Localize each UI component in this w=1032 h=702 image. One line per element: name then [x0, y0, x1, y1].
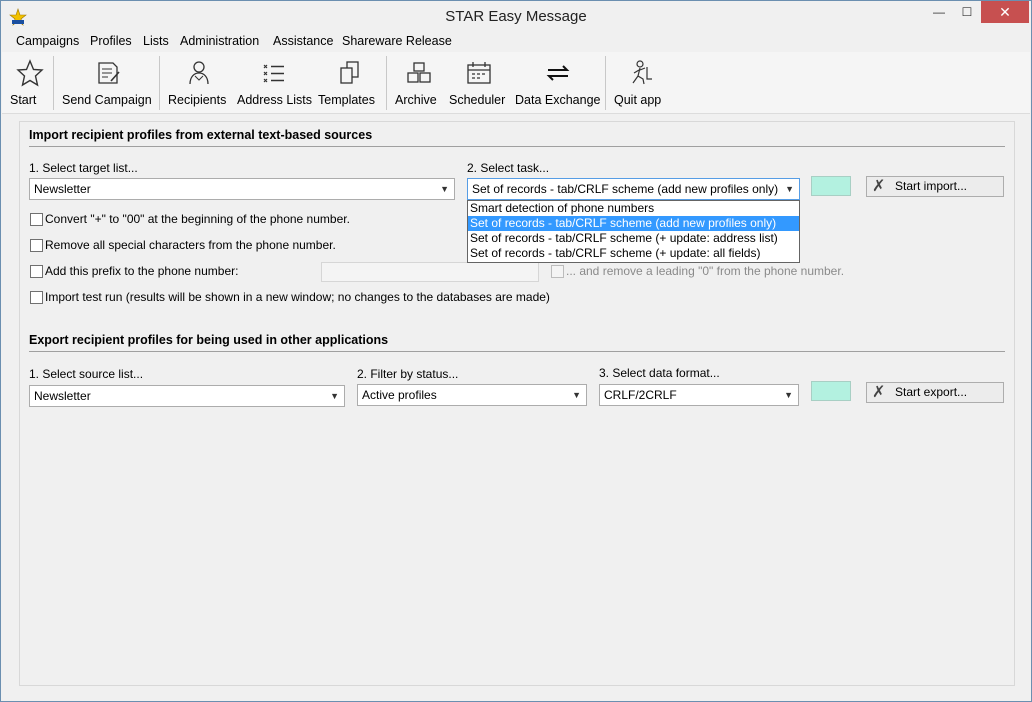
start-import-button[interactable]: ✗ Start import...	[866, 176, 1004, 197]
start-import-label: Start import...	[895, 179, 968, 193]
archive-label: Archive	[395, 93, 437, 107]
source-list-select[interactable]: Newsletter ▼	[29, 385, 345, 407]
title-bar: STAR Easy Message — ☐ ✕	[1, 1, 1031, 32]
data-format-label: 3. Select data format...	[599, 366, 720, 380]
send-campaign-button[interactable]: Send Campaign	[62, 56, 154, 112]
menu-assistance[interactable]: Assistance	[273, 34, 333, 48]
templates-button[interactable]: Templates	[318, 56, 380, 112]
task-option[interactable]: Set of records - tab/CRLF scheme (+ upda…	[468, 231, 799, 246]
start-export-label: Start export...	[895, 385, 968, 399]
task-option[interactable]: Smart detection of phone numbers	[468, 201, 799, 216]
chevron-down-icon: ▼	[785, 184, 794, 194]
task-option[interactable]: Set of records - tab/CRLF scheme (+ upda…	[468, 246, 799, 261]
export-status-swatch	[811, 381, 851, 401]
task-dropdown-list: Smart detection of phone numbers Set of …	[467, 200, 800, 263]
data-exchange-button[interactable]: Data Exchange	[515, 56, 601, 112]
quit-icon	[632, 60, 652, 85]
remove-leading-zero-label: ... and remove a leading "0" from the ph…	[566, 264, 845, 278]
data-format-select[interactable]: CRLF/2CRLF ▼	[599, 384, 799, 406]
import-section-title: Import recipient profiles from external …	[29, 128, 373, 142]
test-run-label: Import test run (results will be shown i…	[45, 290, 550, 304]
data-format-value: CRLF/2CRLF	[604, 388, 677, 402]
scheduler-button[interactable]: Scheduler	[449, 56, 509, 112]
data-exchange-icon	[546, 65, 570, 81]
toolbar-separator	[159, 56, 160, 110]
archive-button[interactable]: Archive	[395, 56, 443, 112]
status-filter-value: Active profiles	[362, 388, 437, 402]
calendar-icon	[467, 62, 491, 84]
import-x-icon: ✗	[872, 178, 886, 195]
app-window: STAR Easy Message — ☐ ✕ Campaigns Profil…	[0, 0, 1032, 702]
menu-bar: Campaigns Profiles Lists Administration …	[2, 32, 1030, 52]
import-status-swatch	[811, 176, 851, 196]
recipients-button[interactable]: Recipients	[168, 56, 230, 112]
recipients-label: Recipients	[168, 93, 227, 107]
chevron-down-icon: ▼	[330, 391, 339, 401]
star-icon	[16, 59, 44, 87]
export-section-title: Export recipient profiles for being used…	[29, 333, 389, 347]
task-select[interactable]: Set of records - tab/CRLF scheme (add ne…	[467, 178, 800, 200]
target-list-label: 1. Select target list...	[29, 161, 138, 175]
remove-leading-zero-checkbox[interactable]	[551, 265, 564, 278]
menu-campaigns[interactable]: Campaigns	[16, 34, 79, 48]
convert-plus-label: Convert "+" to "00" at the beginning of …	[45, 212, 350, 226]
prefix-input[interactable]	[321, 262, 539, 282]
chevron-down-icon: ▼	[440, 184, 449, 194]
start-button[interactable]: Start	[10, 56, 50, 112]
toolbar-separator	[386, 56, 387, 110]
quit-app-button[interactable]: Quit app	[614, 56, 668, 112]
menu-shareware-release[interactable]: Shareware Release	[342, 34, 452, 48]
address-lists-icon	[263, 64, 284, 83]
start-label: Start	[10, 93, 37, 107]
target-list-value: Newsletter	[34, 182, 91, 196]
menu-administration[interactable]: Administration	[180, 34, 259, 48]
send-campaign-icon	[98, 62, 120, 84]
convert-plus-checkbox[interactable]	[30, 213, 43, 226]
menu-profiles[interactable]: Profiles	[90, 34, 132, 48]
toolbar-separator	[53, 56, 54, 110]
add-prefix-label: Add this prefix to the phone number:	[45, 264, 239, 278]
task-label: 2. Select task...	[467, 161, 550, 175]
data-exchange-label: Data Exchange	[515, 93, 601, 107]
export-section-divider	[29, 351, 1005, 352]
import-section-divider	[29, 146, 1005, 147]
chevron-down-icon: ▼	[572, 390, 581, 400]
export-x-icon: ✗	[872, 384, 886, 401]
source-list-value: Newsletter	[34, 389, 91, 403]
templates-label: Templates	[318, 93, 375, 107]
remove-special-label: Remove all special characters from the p…	[45, 238, 336, 252]
start-export-button[interactable]: ✗ Start export...	[866, 382, 1004, 403]
window-title: STAR Easy Message	[445, 8, 587, 25]
minimize-button[interactable]: —	[925, 1, 953, 23]
menu-lists[interactable]: Lists	[143, 34, 169, 48]
scheduler-label: Scheduler	[449, 93, 506, 107]
recipients-icon	[189, 61, 209, 85]
task-value: Set of records - tab/CRLF scheme (add ne…	[472, 182, 779, 196]
add-prefix-checkbox[interactable]	[30, 265, 43, 278]
task-option-selected[interactable]: Set of records - tab/CRLF scheme (add ne…	[468, 216, 799, 231]
toolbar-separator	[605, 56, 606, 110]
archive-icon	[407, 62, 431, 83]
source-list-label: 1. Select source list...	[29, 367, 144, 381]
close-button[interactable]: ✕	[981, 1, 1029, 23]
target-list-select[interactable]: Newsletter ▼	[29, 178, 455, 200]
remove-special-checkbox[interactable]	[30, 239, 43, 252]
toolbar: Start Send Campaign Recipients Address L…	[2, 52, 1030, 114]
status-filter-select[interactable]: Active profiles ▼	[357, 384, 587, 406]
test-run-checkbox[interactable]	[30, 291, 43, 304]
address-lists-label: Address Lists	[237, 93, 313, 107]
quit-app-label: Quit app	[614, 93, 662, 107]
maximize-button[interactable]: ☐	[953, 1, 981, 23]
chevron-down-icon: ▼	[784, 390, 793, 400]
status-filter-label: 2. Filter by status...	[357, 367, 459, 381]
templates-icon	[340, 61, 359, 84]
send-campaign-label: Send Campaign	[62, 93, 152, 107]
address-lists-button[interactable]: Address Lists	[237, 56, 313, 112]
